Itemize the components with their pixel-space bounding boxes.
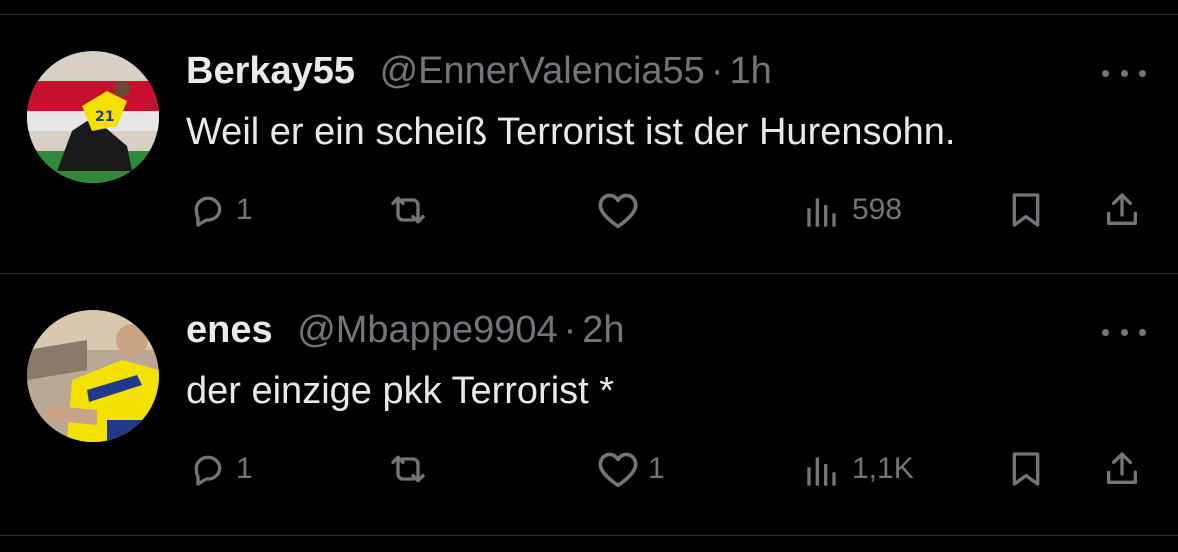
- repost-icon: [386, 449, 430, 489]
- tweet-header: Berkay55 @EnnerValencia55 · 1h: [186, 49, 772, 93]
- reply-count: 1: [236, 452, 253, 485]
- reply-button[interactable]: 1: [188, 190, 253, 230]
- reply-icon: [188, 190, 228, 230]
- repost-icon: [386, 190, 430, 230]
- avatar[interactable]: [27, 310, 159, 442]
- bookmark-button[interactable]: [1006, 190, 1046, 230]
- like-icon: [596, 449, 640, 489]
- share-button[interactable]: [1100, 190, 1144, 230]
- header-separator: ·: [563, 309, 577, 351]
- views-count: 598: [852, 193, 903, 226]
- views-count: 1,1K: [852, 452, 914, 485]
- like-button[interactable]: [596, 190, 648, 230]
- bookmark-icon: [1006, 449, 1046, 489]
- tweet-text: Weil er ein scheiß Terrorist ist der Hur…: [186, 111, 956, 153]
- reply-icon: [188, 449, 228, 489]
- bookmark-icon: [1006, 190, 1046, 230]
- display-name[interactable]: Berkay55: [186, 50, 355, 92]
- header-separator: ·: [710, 50, 724, 92]
- share-icon: [1100, 449, 1144, 489]
- svg-text:21: 21: [95, 109, 114, 125]
- share-icon: [1100, 190, 1144, 230]
- repost-button[interactable]: [386, 449, 438, 489]
- handle[interactable]: @EnnerValencia55: [380, 50, 705, 92]
- bookmark-button[interactable]: [1006, 449, 1046, 489]
- views-button[interactable]: 1,1K: [804, 449, 914, 489]
- avatar[interactable]: 21: [27, 51, 159, 183]
- timestamp[interactable]: 2h: [582, 309, 624, 351]
- like-icon: [596, 190, 640, 230]
- tweet[interactable]: 21 Berkay55 @EnnerValencia55 · 1h Weil er …: [0, 15, 1178, 273]
- display-name[interactable]: enes: [186, 309, 273, 351]
- reply-button[interactable]: 1: [188, 449, 253, 489]
- handle[interactable]: @Mbappe9904: [297, 309, 557, 351]
- like-count: 1: [648, 452, 665, 485]
- more-icon[interactable]: [1102, 322, 1146, 342]
- like-button[interactable]: 1: [596, 449, 665, 489]
- views-icon: [804, 190, 844, 230]
- tweet[interactable]: enes @Mbappe9904 · 2h der einzige pkk Terr…: [0, 274, 1178, 532]
- tweet-text: der einzige pkk Terrorist *: [186, 370, 615, 412]
- timestamp[interactable]: 1h: [729, 50, 771, 92]
- reply-count: 1: [236, 193, 253, 226]
- divider-bottom: [0, 535, 1178, 536]
- more-icon[interactable]: [1102, 63, 1146, 83]
- views-button[interactable]: 598: [804, 190, 902, 230]
- tweet-header: enes @Mbappe9904 · 2h: [186, 308, 625, 352]
- views-icon: [804, 449, 844, 489]
- repost-button[interactable]: [386, 190, 438, 230]
- share-button[interactable]: [1100, 449, 1144, 489]
